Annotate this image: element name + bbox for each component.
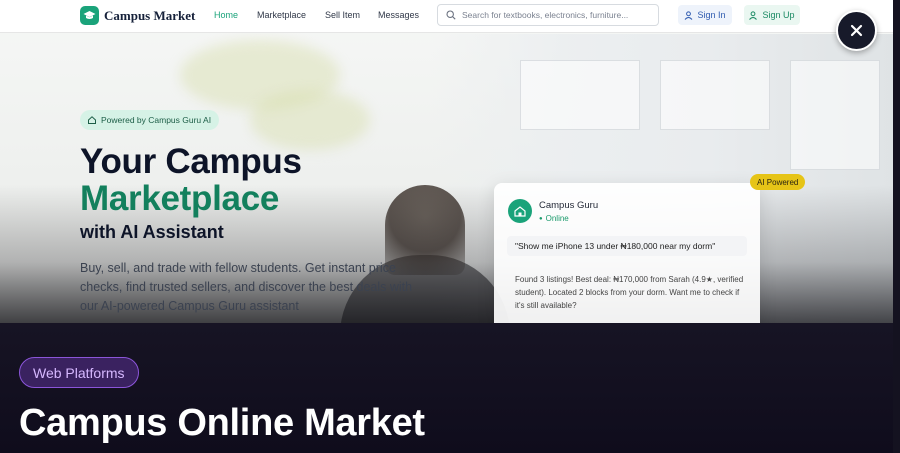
assistant-status: Online [539,214,569,223]
hero-title-line1: Your Campus [80,142,302,181]
powered-by-pill: Powered by Campus Guru AI [80,110,220,130]
assistant-name: Campus Guru [539,200,599,211]
user-query-bubble: "Show me iPhone 13 under ₦180,000 near m… [507,236,747,256]
user-plus-icon [749,10,758,20]
graduation-cap-icon [80,6,99,25]
nav-link-home[interactable]: Home [214,10,238,20]
home-icon [88,116,96,124]
background-window [790,60,880,170]
nav-link-sell-item[interactable]: Sell Item [325,10,360,20]
hero-title-line3: with AI Assistant [80,222,224,242]
user-icon [685,10,693,20]
close-button[interactable] [836,10,877,51]
background-window [660,60,770,130]
search-input[interactable] [462,10,652,20]
ai-powered-badge: AI Powered [750,174,806,190]
hero-description: Buy, sell, and trade with fellow student… [80,261,413,313]
sign-in-button[interactable]: Sign In [678,5,732,25]
search-bar[interactable] [437,4,659,26]
brand-name: Campus Market [104,7,196,23]
hero-title-line2: Marketplace [80,179,280,218]
sign-up-button[interactable]: Sign Up [744,5,800,25]
close-icon [850,24,863,37]
brand-logo[interactable]: Campus Market [80,6,195,25]
nav-link-marketplace[interactable]: Marketplace [257,10,306,20]
nav-link-messages[interactable]: Messages [378,10,419,20]
top-navbar: Campus Market Home Marketplace Sell Item… [0,0,893,33]
sign-in-label: Sign In [697,10,726,20]
background-tree [250,90,370,150]
search-icon [446,10,456,20]
background-window [520,60,640,130]
assistant-avatar-icon [508,199,532,223]
project-title: Campus Online Market [19,402,425,444]
category-tag: Web Platforms [19,357,139,388]
sign-up-label: Sign Up [762,10,795,20]
pill-label: Powered by Campus Guru AI [101,115,212,125]
assistant-answer: Found 3 listings! Best deal: ₦170,000 fr… [515,275,744,310]
right-edge-strip [893,0,900,453]
ai-chat-card: Campus Guru Online "Show me iPhone 13 un… [494,183,760,333]
